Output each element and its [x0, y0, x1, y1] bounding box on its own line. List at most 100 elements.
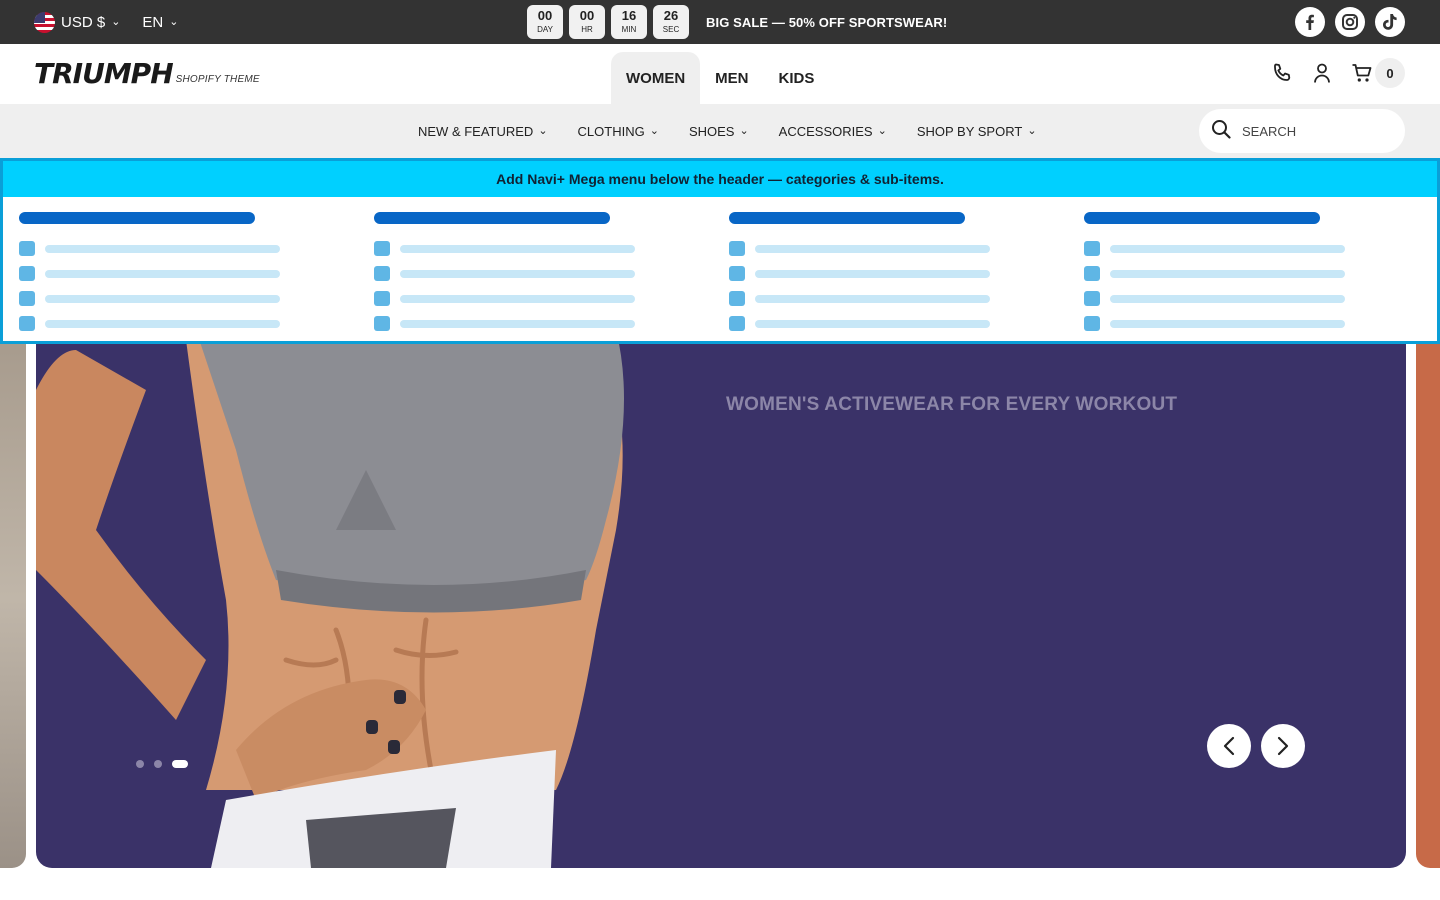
mega-column	[729, 212, 990, 336]
nav-accessories[interactable]: ACCESSORIES ⌄	[779, 124, 887, 139]
mega-category-heading[interactable]	[374, 212, 610, 224]
mega-sub-item[interactable]	[729, 286, 990, 311]
mega-category-heading[interactable]	[19, 212, 255, 224]
countdown-seconds: 26 SEC	[653, 5, 689, 39]
nav-clothing[interactable]: CLOTHING ⌄	[578, 124, 659, 139]
mega-category-heading[interactable]	[729, 212, 965, 224]
nav-label: SHOES	[688, 123, 735, 139]
social-links	[1295, 7, 1405, 37]
sub-item-icon	[19, 266, 35, 281]
sub-item-label	[44, 319, 280, 328]
chevron-down-icon: ⌄	[538, 124, 548, 137]
logo-wordmark: TRIUMPH	[34, 57, 174, 90]
search-input[interactable]	[1242, 123, 1382, 139]
tab-men[interactable]: MEN	[700, 52, 763, 104]
cart-icon[interactable]	[1349, 60, 1375, 86]
sub-item-label	[44, 294, 280, 303]
search-icon[interactable]	[1211, 119, 1231, 144]
search-box[interactable]	[1199, 109, 1405, 153]
tiktok-icon[interactable]	[1375, 7, 1405, 37]
chevron-down-icon: ⌄	[169, 15, 179, 28]
sub-item-icon	[374, 316, 390, 331]
chevron-down-icon: ⌄	[877, 124, 887, 137]
chevron-down-icon: ⌄	[649, 124, 659, 137]
chevron-left-icon[interactable]	[1207, 724, 1251, 768]
language-selector[interactable]: EN ⌄	[142, 14, 178, 31]
cart-count-badge[interactable]: 0	[1375, 58, 1405, 88]
sub-item-icon	[1084, 291, 1100, 306]
nav-new-featured[interactable]: NEW & FEATURED ⌄	[418, 124, 548, 139]
sub-item-label	[754, 269, 990, 278]
countdown-minutes: 16 MIN	[611, 5, 647, 39]
nav-label: ACCESSORIES	[778, 123, 873, 139]
currency-label: USD $	[61, 13, 106, 31]
next-slide-peek[interactable]	[1416, 330, 1440, 868]
nav-shop-by-sport[interactable]: SHOP BY SPORT ⌄	[917, 124, 1037, 139]
mega-sub-item[interactable]	[1084, 311, 1345, 336]
mega-sub-item[interactable]	[1084, 261, 1345, 286]
chevron-right-icon[interactable]	[1261, 724, 1305, 768]
slide-dot-2[interactable]	[154, 760, 162, 768]
mega-sub-item[interactable]	[729, 261, 990, 286]
tab-women[interactable]: WOMEN	[611, 52, 701, 104]
mega-sub-item[interactable]	[374, 286, 635, 311]
sub-item-label	[754, 294, 990, 303]
sub-item-icon	[374, 241, 390, 256]
sub-item-icon	[1084, 316, 1100, 331]
mega-sub-item[interactable]	[1084, 236, 1345, 261]
sub-item-label	[44, 244, 280, 253]
phone-icon[interactable]	[1269, 60, 1295, 86]
mega-sub-item[interactable]	[374, 311, 635, 336]
slide-dot-3[interactable]	[172, 760, 188, 768]
category-nav-items: NEW & FEATURED ⌄ CLOTHING ⌄ SHOES ⌄ ACCE…	[418, 104, 1037, 158]
sub-item-label	[1109, 269, 1345, 278]
mega-sub-item[interactable]	[19, 311, 280, 336]
slide-arrows	[1207, 724, 1305, 768]
us-flag-icon	[34, 11, 55, 33]
countdown-hours: 00 HR	[569, 5, 605, 39]
hero-heading: WOMEN'S ACTIVEWEAR FOR EVERY WORKOUT	[726, 394, 1178, 415]
mega-column	[1084, 212, 1345, 336]
nav-shoes[interactable]: SHOES ⌄	[689, 124, 749, 139]
store-logo[interactable]: TRIUMPH SHOPIFY THEME	[34, 58, 260, 90]
account-icon[interactable]	[1309, 60, 1335, 86]
mega-category-heading[interactable]	[1084, 212, 1320, 224]
sub-item-label	[754, 319, 990, 328]
mega-sub-item[interactable]	[1084, 286, 1345, 311]
sub-item-label	[399, 319, 635, 328]
category-nav: NEW & FEATURED ⌄ CLOTHING ⌄ SHOES ⌄ ACCE…	[0, 104, 1440, 158]
previous-slide-peek[interactable]	[0, 330, 26, 868]
mega-sub-item[interactable]	[19, 286, 280, 311]
language-label: EN	[142, 13, 164, 31]
locale-selectors: USD $ ⌄ EN ⌄	[34, 0, 178, 44]
sub-item-icon	[19, 291, 35, 306]
logo-subtitle: SHOPIFY THEME	[175, 74, 260, 85]
sub-item-label	[44, 269, 280, 278]
facebook-icon[interactable]	[1295, 7, 1325, 37]
slide-dot-1[interactable]	[136, 760, 144, 768]
chevron-down-icon: ⌄	[111, 15, 121, 28]
mega-column	[19, 212, 280, 336]
sub-item-icon	[374, 266, 390, 281]
mega-sub-item[interactable]	[374, 261, 635, 286]
currency-selector[interactable]: USD $ ⌄	[34, 11, 121, 33]
tab-kids[interactable]: KIDS	[764, 52, 830, 104]
chevron-down-icon: ⌄	[1027, 124, 1037, 137]
mega-sub-item[interactable]	[374, 236, 635, 261]
sub-item-label	[754, 244, 990, 253]
sub-item-icon	[729, 266, 745, 281]
sub-item-icon	[1084, 266, 1100, 281]
mega-menu-columns	[19, 212, 1345, 336]
site-header: TRIUMPH SHOPIFY THEME WOMEN MEN KIDS 0	[0, 44, 1440, 104]
sub-item-icon	[374, 291, 390, 306]
mega-sub-item[interactable]	[729, 236, 990, 261]
mega-sub-item[interactable]	[19, 261, 280, 286]
instagram-icon[interactable]	[1335, 7, 1365, 37]
mega-sub-item[interactable]	[19, 236, 280, 261]
mega-sub-item[interactable]	[729, 311, 990, 336]
sub-item-label	[399, 294, 635, 303]
sub-item-icon	[1084, 241, 1100, 256]
sub-item-label	[399, 244, 635, 253]
mega-column	[374, 212, 635, 336]
mega-menu-placeholder: Add Navi+ Mega menu below the header — c…	[0, 158, 1440, 344]
